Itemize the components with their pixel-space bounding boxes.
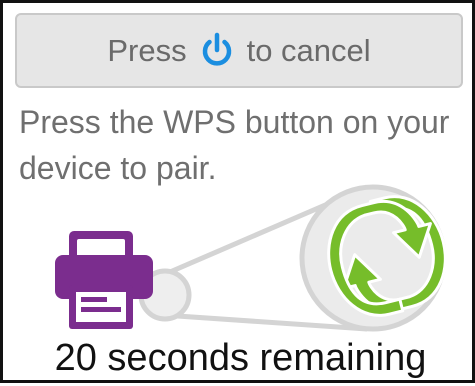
wps-pairing-screen: Press to cancel Press the WPS button on … — [0, 0, 475, 383]
countdown-text: 20 seconds remaining — [54, 337, 427, 379]
pairing-illustration — [55, 184, 447, 332]
printer-icon — [55, 231, 153, 329]
